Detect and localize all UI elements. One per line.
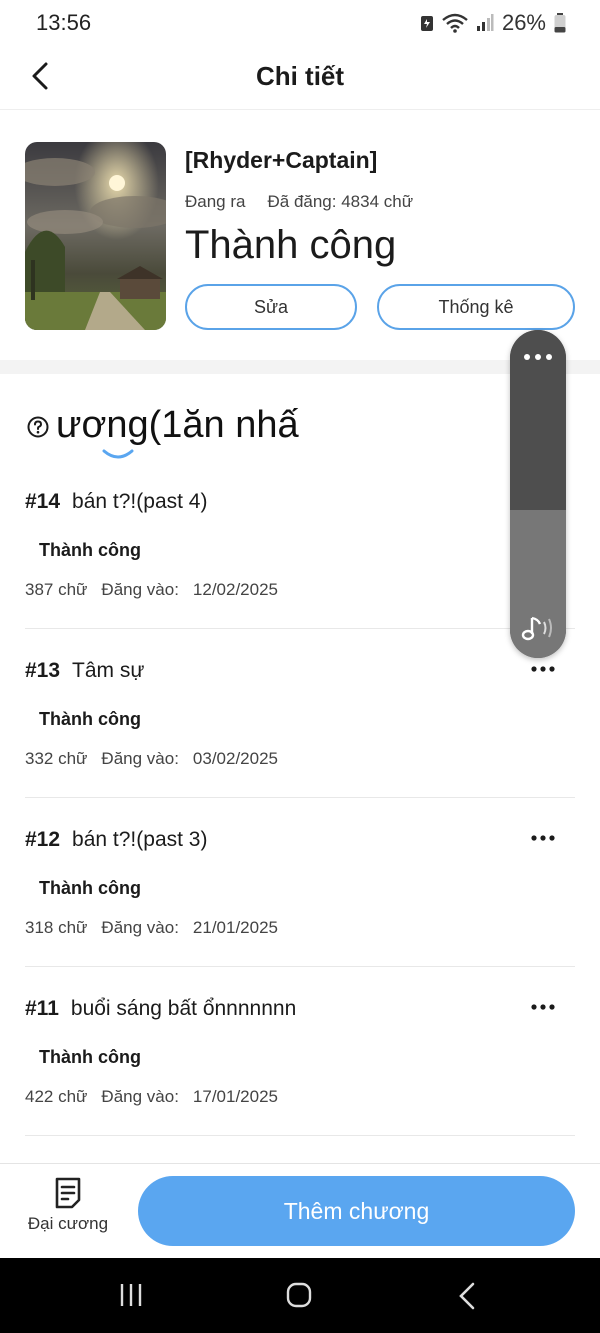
chapter-item[interactable]: #11 buổi sáng bất ổnnnnnnn Thành công 42… [25,967,575,1136]
more-horizontal-icon [531,835,555,841]
chapter-date-label: Đăng vào: [101,918,179,937]
edit-button[interactable]: Sửa [185,284,357,330]
more-horizontal-icon[interactable] [522,348,554,366]
bottom-bar: Đại cương Thêm chương [0,1163,600,1258]
book-word-count: Đã đăng: 4834 chữ [267,192,414,211]
text-cursor-icon [102,448,134,466]
chapter-date: 17/01/2025 [192,1087,279,1106]
chapter-list: #14 bán t?!(past 4) Thành công 387 chữ Đ… [25,474,575,1136]
recent-apps-icon[interactable] [118,1282,144,1313]
chapter-number: #12 [25,828,61,851]
chapter-words: 332 chữ [25,749,88,768]
music-note-icon[interactable] [520,614,556,649]
help-icon[interactable] [27,416,49,443]
chapter-date-label: Đăng vào: [101,1087,179,1106]
chapter-meta: 332 chữ Đăng vào: 03/02/2025 [25,749,278,769]
outline-tab[interactable]: Đại cương [22,1176,114,1234]
status-time: 13:56 [36,10,92,35]
stats-button[interactable]: Thống kê [377,284,575,330]
outline-heading: ương(1ăn nhấ [56,404,299,446]
document-icon [55,1177,81,1209]
book-cover[interactable] [25,142,166,330]
chapter-number: #14 [25,490,61,513]
chapter-date: 12/02/2025 [192,580,279,599]
chapter-title: Tâm sự [72,659,145,682]
more-options-button[interactable] [527,824,559,852]
chapter-meta: 318 chữ Đăng vào: 21/01/2025 [25,918,278,938]
battery-percent: 26% [501,10,546,35]
chapter-item[interactable]: #14 bán t?!(past 4) Thành công 387 chữ Đ… [25,474,575,629]
book-header: [Rhyder+Captain] Đang ra Đã đăng: 4834 c… [0,110,600,360]
chapter-status: Thành công [39,1047,141,1067]
chapter-words: 422 chữ [25,1087,88,1106]
chapter-heading: #11 buổi sáng bất ổnnnnnnn [25,997,296,1021]
chapter-title: buổi sáng bất ổnnnnnnn [70,997,297,1020]
chapter-meta: 387 chữ Đăng vào: 12/02/2025 [25,580,278,600]
chapter-words: 387 chữ [25,580,88,599]
chapter-date-label: Đăng vào: [101,749,179,768]
book-title: [Rhyder+Captain] [185,147,378,173]
chapter-heading: #12 bán t?!(past 3) [25,828,207,852]
chapter-status: Thành công [39,878,141,898]
more-options-button[interactable] [527,655,559,683]
page-title: Chi tiết [255,61,345,91]
chapter-date: 21/01/2025 [192,918,279,937]
more-horizontal-icon [531,1004,555,1010]
chapter-date-label: Đăng vào: [101,580,179,599]
chapter-heading: #13 Tâm sự [25,659,144,683]
nav-bar: Chi tiết [0,44,600,110]
book-meta: Đang ra Đã đăng: 4834 chữ [185,192,413,212]
book-state: Đang ra [185,192,246,211]
wifi-icon [442,13,468,33]
book-status: Thành công [185,223,397,267]
chapter-meta: 422 chữ Đăng vào: 17/01/2025 [25,1087,278,1107]
chapter-item[interactable]: #13 Tâm sự Thành công 332 chữ Đăng vào: … [25,629,575,798]
chapter-title: bán t?!(past 3) [72,828,208,851]
chapter-status: Thành công [39,540,141,560]
chapter-heading: #14 bán t?!(past 4) [25,490,207,514]
chapter-status: Thành công [39,709,141,729]
system-nav-bar [0,1258,600,1333]
chapter-title: bán t?!(past 4) [72,490,208,513]
signal-icon [476,14,494,32]
add-chapter-button[interactable]: Thêm chương [138,1176,575,1246]
home-icon[interactable] [286,1282,312,1313]
chapter-number: #13 [25,659,61,682]
outline-tab-label: Đại cương [27,1214,109,1233]
battery-saver-icon [420,14,434,32]
status-icons: 26% [420,10,566,36]
more-options-button[interactable] [527,993,559,1021]
system-back-icon[interactable] [458,1282,476,1315]
chapter-item[interactable]: #12 bán t?!(past 3) Thành công 318 chữ Đ… [25,798,575,967]
chapter-date: 03/02/2025 [192,749,279,768]
more-horizontal-icon [531,666,555,672]
chapter-number: #11 [25,997,59,1020]
chapter-words: 318 chữ [25,918,88,937]
battery-icon [554,13,566,33]
status-bar: 13:56 26% [0,0,600,44]
floating-media-panel[interactable] [510,330,566,658]
